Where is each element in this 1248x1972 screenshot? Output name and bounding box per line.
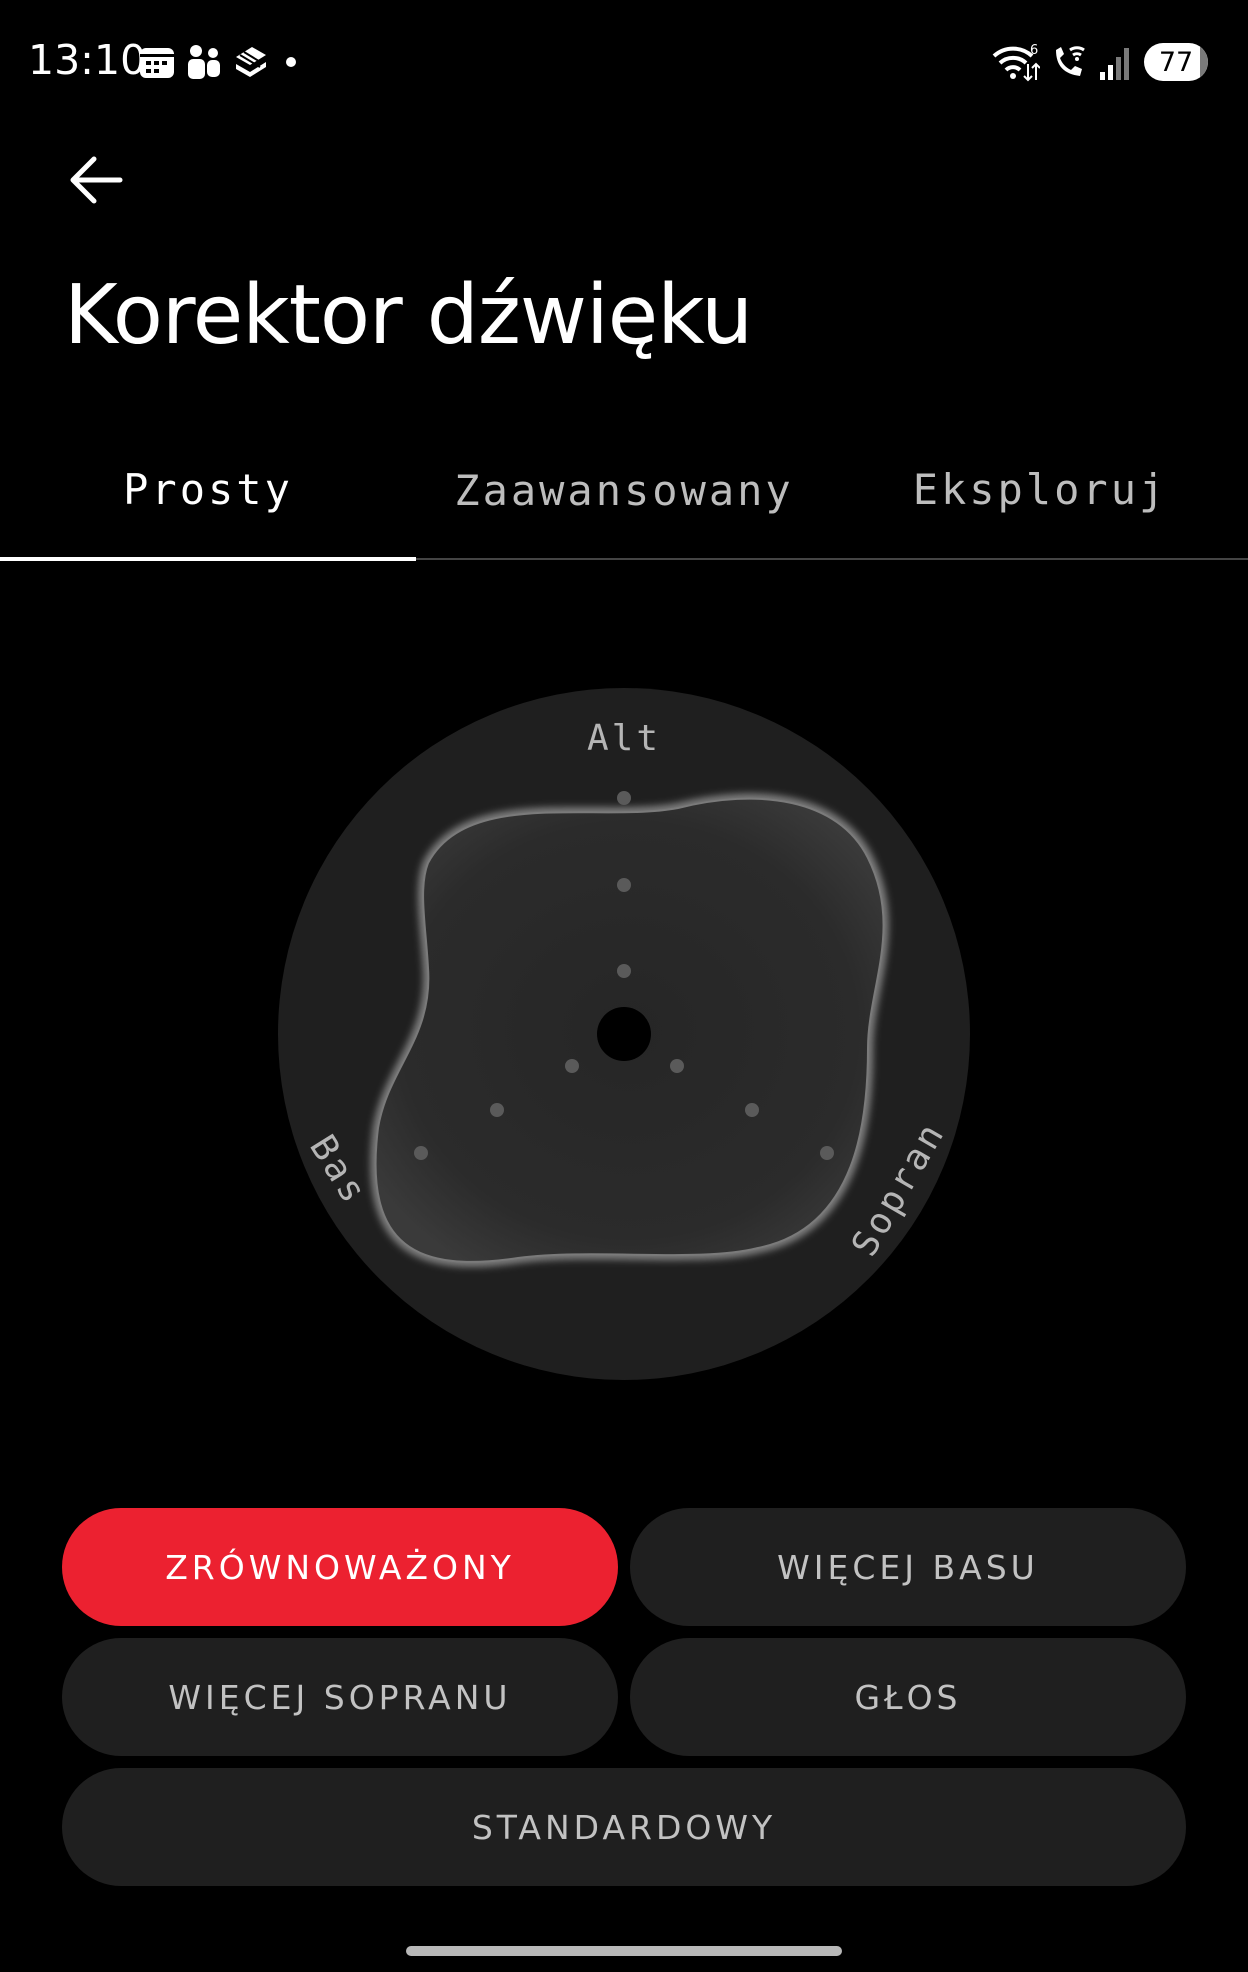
signal-icon — [1100, 48, 1129, 80]
eq-dial[interactable]: Alt Bas Sopran — [278, 688, 970, 1380]
status-right-icons: 6 77 — [992, 40, 1208, 84]
eq-dial-graphic[interactable] — [278, 688, 970, 1380]
preset-button-wiecej-sopranu[interactable]: WIĘCEJ SOPRANU — [62, 1638, 618, 1756]
status-time: 13:10 — [28, 36, 147, 84]
tab-eksploruj[interactable]: Eksploruj — [832, 420, 1248, 558]
status-bar: 13:10 6 77 — [0, 0, 1248, 120]
wifi-6-icon: 6 — [992, 43, 1040, 82]
tab-label: Prosty — [123, 464, 293, 514]
tab-label: Eksploruj — [912, 464, 1168, 514]
page-title: Korektor dźwięku — [64, 268, 753, 363]
preset-button-zrownowazony[interactable]: ZRÓWNOWAŻONY — [62, 1508, 618, 1626]
svg-text:6: 6 — [1030, 43, 1038, 58]
battery-indicator: 77 — [1144, 43, 1208, 81]
status-left-icons — [138, 42, 302, 82]
eq-label-alt: Alt — [586, 718, 662, 759]
wifi-calling-icon — [1056, 46, 1085, 76]
tab-bar: Prosty Zaawansowany Eksploruj — [0, 420, 1248, 561]
tab-prosty[interactable]: Prosty — [0, 420, 416, 558]
back-button[interactable] — [56, 140, 136, 220]
calendar-icon — [140, 48, 174, 78]
dot-icon — [286, 57, 296, 67]
preset-button-standardowy[interactable]: STANDARDOWY — [62, 1768, 1186, 1886]
tab-label: Zaawansowany — [454, 466, 794, 515]
battery-level: 77 — [1158, 46, 1194, 78]
arrow-left-icon — [70, 156, 123, 204]
preset-button-wiecej-basu[interactable]: WIĘCEJ BASU — [630, 1508, 1186, 1626]
active-tab-indicator — [0, 557, 416, 561]
tab-zaawansowany[interactable]: Zaawansowany — [416, 420, 832, 558]
teams-icon — [188, 45, 220, 79]
layers-icon — [236, 47, 266, 77]
home-indicator[interactable] — [406, 1946, 842, 1956]
eq-center-handle[interactable] — [597, 1007, 651, 1061]
preset-button-glos[interactable]: GŁOS — [630, 1638, 1186, 1756]
